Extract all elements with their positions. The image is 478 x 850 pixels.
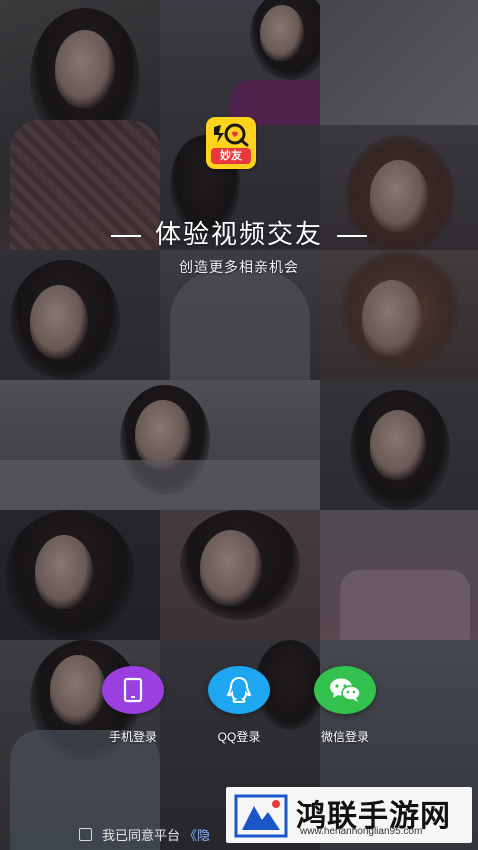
agreement-text: 我已同意平台 (102, 827, 181, 843)
watermark-url: www.henanhonglian95.com (300, 826, 423, 837)
logo-mark-icon (214, 123, 249, 147)
qq-login-circle[interactable] (208, 666, 270, 714)
watermark-logo-icon (234, 794, 288, 838)
slogan: 体验视频交友 (0, 214, 478, 251)
qq-login-button[interactable]: QQ登录 (194, 666, 284, 745)
wechat-icon (330, 678, 361, 702)
phone-login-button[interactable]: 手机登录 (88, 666, 178, 745)
slogan-dash-left (110, 235, 141, 238)
wechat-login-label: 微信登录 (320, 730, 369, 744)
phone-login-label: 手机登录 (108, 730, 157, 744)
slogan-text: 体验视频交友 (154, 219, 323, 249)
subtitle: 创造更多相亲机会 (179, 259, 299, 275)
app-logo: 妙友 (206, 117, 256, 169)
qq-penguin-icon (226, 676, 252, 703)
agreement-checkbox[interactable] (79, 827, 92, 841)
phone-login-circle[interactable] (102, 666, 164, 714)
qq-login-label: QQ登录 (217, 730, 261, 744)
agreement-row: 我已同意平台 《隐 (79, 825, 210, 843)
phone-icon (123, 677, 143, 703)
slogan-dash-right (337, 235, 367, 238)
logo-badge: 妙友 (211, 148, 251, 164)
watermark: 鸿联手游网 www.henanhonglian95.com (226, 787, 472, 843)
agreement-link[interactable]: 《隐 (184, 825, 210, 844)
wechat-login-button[interactable]: 微信登录 (300, 666, 390, 745)
wechat-login-circle[interactable] (314, 666, 376, 714)
